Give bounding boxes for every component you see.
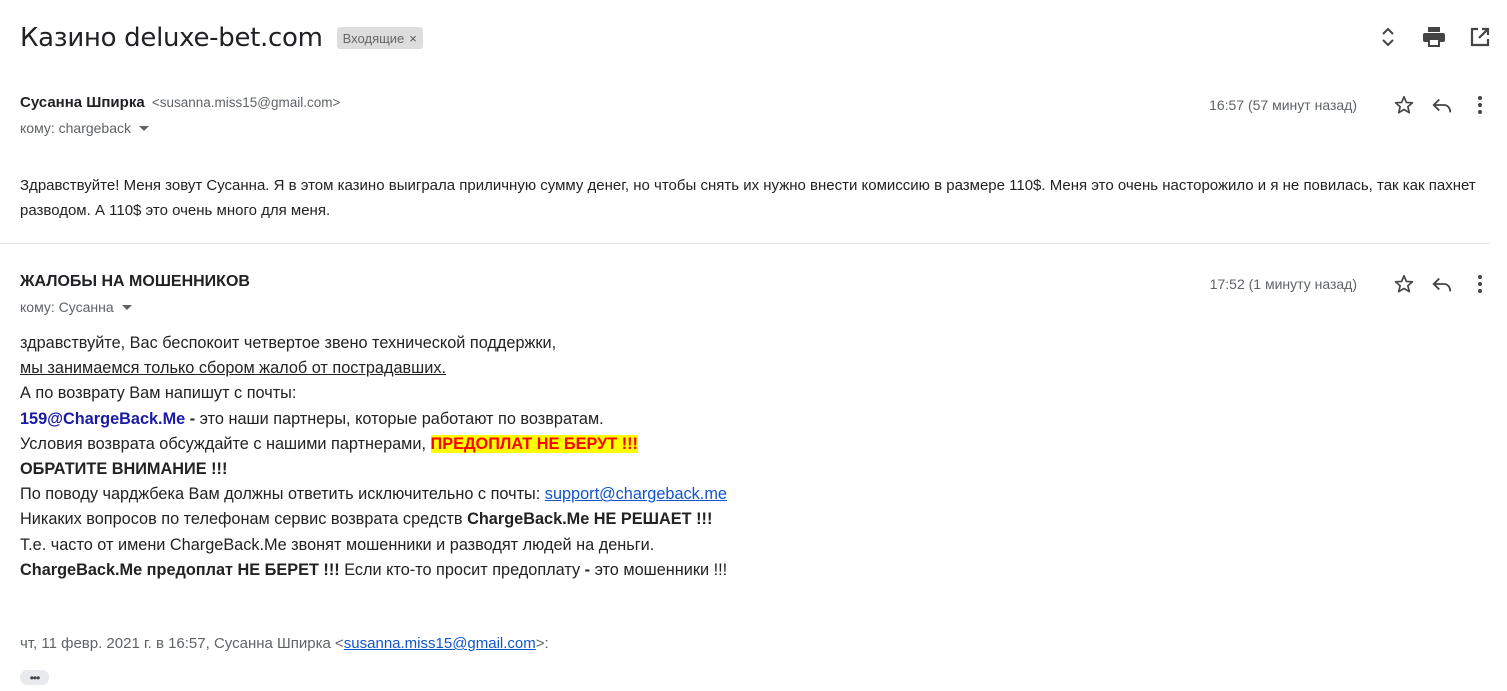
message-2-header: ЖАЛОБЫ НА МОШЕННИКОВ кому: Сусанна 17:52… — [20, 273, 1493, 323]
expand-collapse-icon[interactable] — [1375, 24, 1401, 50]
message-1-body: Здравствуйте! Меня зовут Сусанна. Я в эт… — [20, 177, 1476, 219]
inbox-label-text: Входящие — [342, 30, 405, 46]
remove-label-icon[interactable]: × — [409, 31, 417, 46]
recipient-text: кому: chargeback — [20, 120, 132, 136]
dash-text: - — [185, 409, 200, 428]
message-2-body: здравствуйте, Вас беспокоит четвертое зв… — [20, 331, 727, 583]
quoted-header: чт, 11 февр. 2021 г. в 16:57, Сусанна Шп… — [20, 635, 549, 652]
bold-text: ChargeBack.Me предоплат НЕ БЕРЕТ !!! — [20, 560, 340, 579]
more-options-icon[interactable] — [1467, 271, 1493, 297]
partner-email: 159@ChargeBack.Me — [20, 409, 186, 428]
body-text: По поводу чарджбека Вам должны ответить … — [20, 485, 545, 504]
message-divider — [0, 243, 1490, 244]
body-line: Т.е. часто от имени ChargeBack.Me звонят… — [20, 535, 655, 554]
body-line: А по возврату Вам напишут с почты: — [20, 384, 297, 403]
message-2-sender[interactable]: ЖАЛОБЫ НА МОШЕННИКОВ — [20, 273, 250, 291]
message-time: 17:52 (1 минуту назад) — [1209, 276, 1357, 292]
quote-email-link[interactable]: susanna.miss15@gmail.com — [344, 635, 536, 652]
sender-name[interactable]: ЖАЛОБЫ НА МОШЕННИКОВ — [20, 273, 250, 290]
body-line: Никаких вопросов по телефонам сервис воз… — [20, 507, 727, 532]
body-text: Условия возврата обсуждайте с нашими пар… — [20, 434, 431, 453]
show-trimmed-content-button[interactable]: ••• — [20, 670, 49, 685]
body-text: это мошенники !!! — [590, 560, 728, 579]
message-2-recipients[interactable]: кому: Сусанна — [20, 299, 132, 315]
body-line: 159@ChargeBack.Me - это наши партнеры, к… — [20, 407, 727, 432]
body-line: Условия возврата обсуждайте с нашими пар… — [20, 432, 727, 457]
quote-suffix: >: — [535, 635, 549, 652]
body-line: ChargeBack.Me предоплат НЕ БЕРЕТ !!! Есл… — [20, 558, 727, 583]
message-time: 16:57 (57 минут назад) — [1209, 97, 1357, 113]
support-email-link[interactable]: support@chargeback.me — [545, 485, 727, 503]
message-1-header: Сусанна Шпирка <susanna.miss15@gmail.com… — [20, 94, 1493, 144]
star-icon[interactable] — [1391, 92, 1417, 118]
thread-toolbar — [1375, 24, 1493, 50]
star-icon[interactable] — [1391, 271, 1417, 297]
show-details-icon[interactable] — [121, 304, 132, 310]
body-text: Никаких вопросов по телефонам сервис воз… — [20, 510, 468, 529]
body-line: ОБРАТИТЕ ВНИМАНИЕ !!! — [20, 460, 228, 479]
bold-text: ChargeBack.Me НЕ РЕШАЕТ !!! — [467, 510, 713, 529]
highlighted-warning: ПРЕДОПЛАТ НЕ БЕРУТ !!! — [430, 434, 638, 453]
message-1-meta: 16:57 (57 минут назад) — [1209, 92, 1493, 118]
body-line: здравствуйте, Вас беспокоит четвертое зв… — [20, 334, 557, 352]
message-2-meta: 17:52 (1 минуту назад) — [1210, 271, 1493, 297]
body-text: это наши партнеры, которые работают по в… — [199, 409, 604, 428]
reply-icon[interactable] — [1429, 92, 1455, 118]
inbox-label-chip[interactable]: Входящие × — [336, 27, 423, 49]
print-icon[interactable] — [1421, 24, 1447, 50]
open-new-window-icon[interactable] — [1467, 24, 1493, 50]
body-line: мы занимаемся только сбором жалоб от пос… — [20, 359, 446, 378]
more-options-icon[interactable] — [1467, 92, 1493, 118]
body-line: По поводу чарджбека Вам должны ответить … — [20, 482, 727, 507]
body-text: Если кто-то просит предоплату — [339, 560, 585, 579]
message-1-recipients[interactable]: кому: chargeback — [20, 120, 150, 136]
show-details-icon[interactable] — [139, 125, 150, 131]
message-1-sender[interactable]: Сусанна Шпирка <susanna.miss15@gmail.com… — [20, 94, 340, 111]
reply-icon[interactable] — [1429, 271, 1455, 297]
recipient-text: кому: Сусанна — [20, 299, 114, 315]
thread-subject: Казино deluxe-bet.com — [20, 23, 323, 53]
quote-prefix: чт, 11 февр. 2021 г. в 16:57, Сусанна Шп… — [20, 635, 344, 652]
thread-subject-row: Казино deluxe-bet.com Входящие × — [20, 18, 423, 58]
sender-email: <susanna.miss15@gmail.com> — [151, 95, 341, 110]
sender-name[interactable]: Сусанна Шпирка — [20, 94, 145, 111]
